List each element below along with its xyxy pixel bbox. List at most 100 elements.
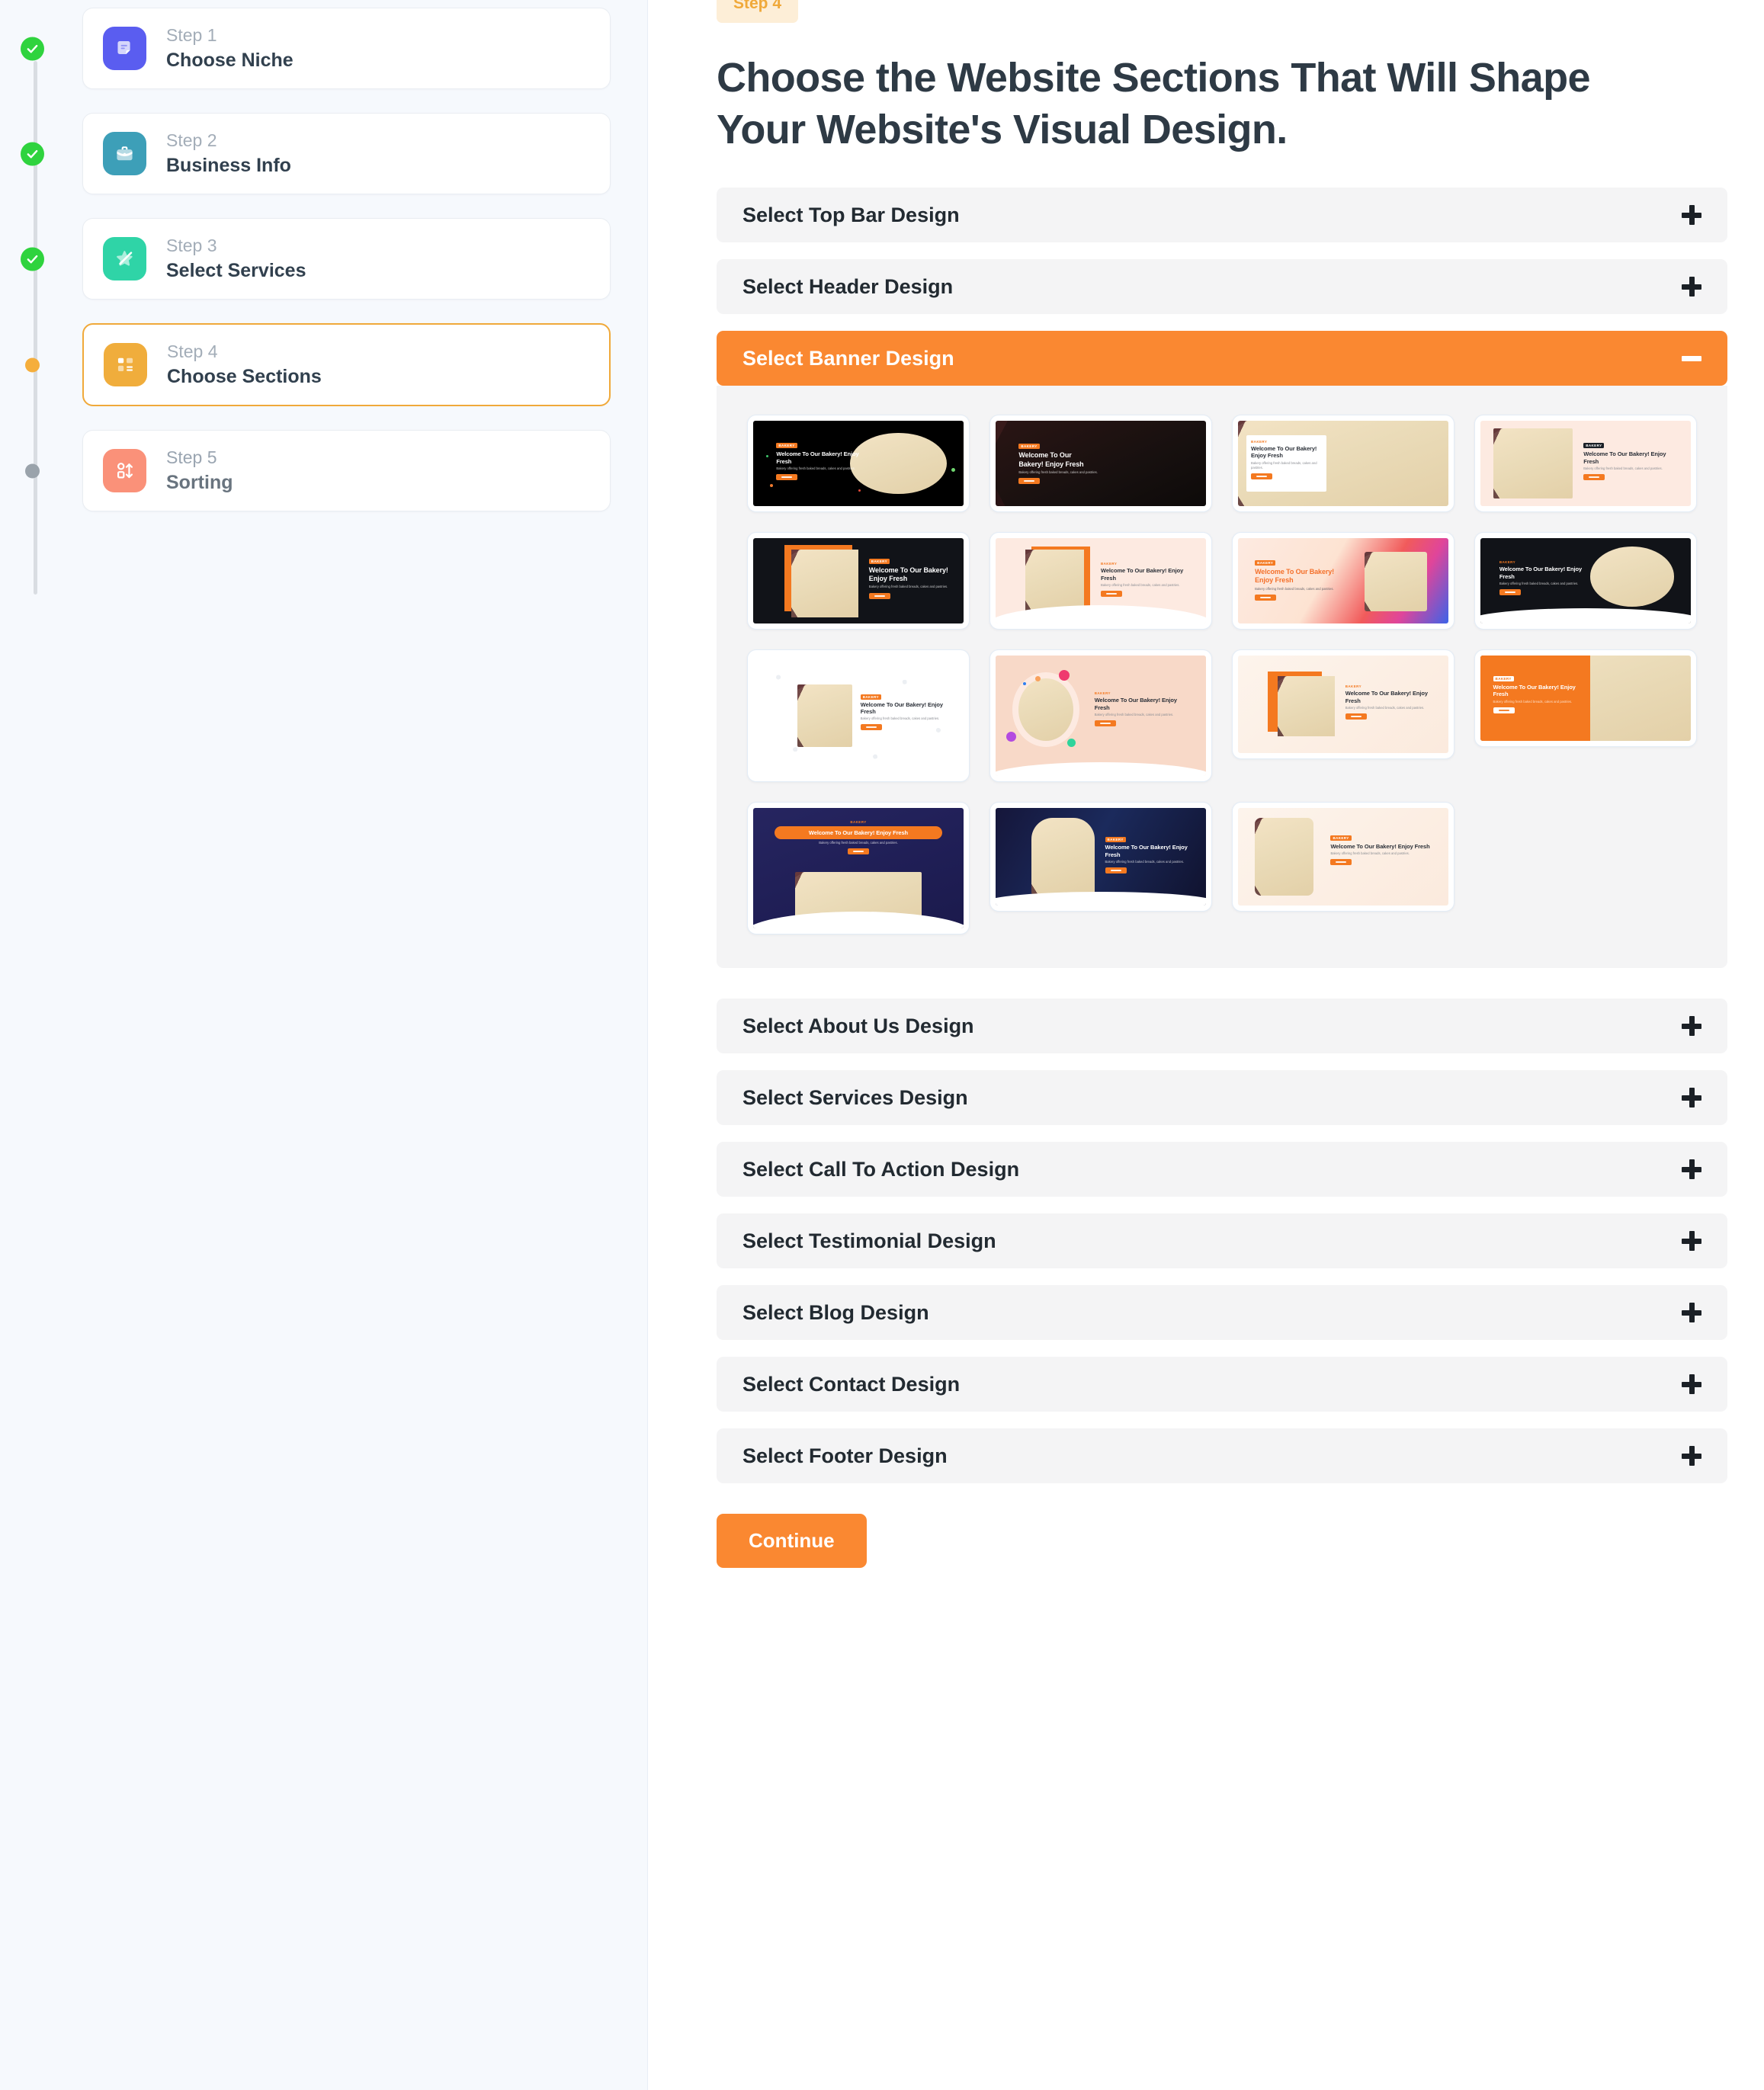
sidebar-item-sorting[interactable]: Step 5 Sorting bbox=[82, 430, 611, 511]
step-title: Sorting bbox=[166, 471, 233, 493]
accordion-label: Select Banner Design bbox=[742, 346, 954, 370]
banner-option-10[interactable]: BAKERY Welcome To Our Bakery! Enjoy Fres… bbox=[989, 649, 1212, 783]
banner-option-14[interactable]: BAKERY Welcome To Our Bakery! Enjoy Fres… bbox=[989, 802, 1212, 912]
sidebar-item-business-info[interactable]: Step 2 Business Info bbox=[82, 113, 611, 194]
accordion-label: Select About Us Design bbox=[742, 1014, 974, 1037]
step-number: Step 2 bbox=[166, 130, 217, 150]
accordion-label: Select Footer Design bbox=[742, 1444, 948, 1467]
banner-preview: BAKERY Welcome To Our Bakery! Enjoy Fres… bbox=[1238, 538, 1448, 624]
accordion-label: Select Services Design bbox=[742, 1085, 968, 1109]
sidebar-item-select-services[interactable]: Step 3 Select Services bbox=[82, 218, 611, 300]
plus-icon[interactable] bbox=[1682, 277, 1701, 297]
step-meta-5: Step 5 Sorting bbox=[166, 447, 233, 495]
accordion-header-contact[interactable]: Select Contact Design bbox=[717, 1357, 1727, 1412]
step-title: Business Info bbox=[166, 154, 291, 176]
layout-grid-icon bbox=[104, 343, 147, 386]
wizard-page: Step 1 Choose Niche Step 2 Business Info… bbox=[0, 0, 1764, 2090]
accordion-label: Select Header Design bbox=[742, 274, 954, 298]
magic-star-icon bbox=[103, 237, 146, 280]
banner-preview: BAKERY Welcome To Our Bakery! Enjoy Fres… bbox=[753, 808, 964, 929]
banner-option-4[interactable]: BAKERY Welcome To Our Bakery! Enjoy Fres… bbox=[1474, 415, 1697, 513]
step-number: Step 1 bbox=[166, 25, 217, 45]
step-row-2: Step 2 Business Info bbox=[21, 113, 611, 194]
accordion-call-to-action-design: Select Call To Action Design bbox=[717, 1142, 1727, 1197]
accordion-header-banner-design[interactable]: Select Banner Design bbox=[717, 331, 1727, 386]
banner-option-12[interactable]: BAKERY Welcome To Our Bakery! Enjoy Fres… bbox=[1474, 649, 1697, 748]
plus-icon[interactable] bbox=[1682, 1303, 1701, 1323]
step-row-3: Step 3 Select Services bbox=[21, 218, 611, 300]
step-title: Choose Sections bbox=[167, 365, 322, 387]
accordion-header-footer[interactable]: Select Footer Design bbox=[717, 1428, 1727, 1484]
page-title: Choose the Website Sections That Will Sh… bbox=[717, 55, 1591, 153]
banner-option-5[interactable]: BAKERY Welcome To Our Bakery! Enjoy Fres… bbox=[747, 532, 970, 630]
step-number: Step 3 bbox=[166, 236, 217, 255]
accordion-about-us-design: Select About Us Design bbox=[717, 999, 1727, 1054]
step-sidebar: Step 1 Choose Niche Step 2 Business Info… bbox=[0, 0, 648, 2090]
accordion-header-about-us[interactable]: Select About Us Design bbox=[717, 999, 1727, 1054]
continue-button[interactable]: Continue bbox=[717, 1514, 867, 1569]
banner-preview: BAKERY Welcome To Our Bakery! Enjoy Fres… bbox=[753, 656, 964, 777]
banner-preview: BAKERY Welcome To Our Bakery! Enjoy Fres… bbox=[1480, 656, 1691, 742]
step-meta-3: Step 3 Select Services bbox=[166, 235, 306, 283]
accordion-services-design: Select Services Design bbox=[717, 1070, 1727, 1126]
plus-icon[interactable] bbox=[1682, 1446, 1701, 1467]
accordion-header-testimonial[interactable]: Select Testimonial Design bbox=[717, 1213, 1727, 1269]
banner-option-2[interactable]: BAKERY Welcome To Our Bakery! Enjoy Fresh… bbox=[989, 415, 1212, 513]
accordion-header-blog[interactable]: Select Blog Design bbox=[717, 1285, 1727, 1341]
step-number: Step 5 bbox=[166, 447, 217, 467]
accordion-header-top-bar[interactable]: Select Top Bar Design bbox=[717, 188, 1727, 243]
banner-option-13[interactable]: BAKERY Welcome To Our Bakery! Enjoy Fres… bbox=[747, 802, 970, 935]
step-row-4: Step 4 Choose Sections bbox=[25, 323, 611, 406]
step-list: Step 1 Choose Niche Step 2 Business Info… bbox=[0, 8, 647, 511]
plus-icon[interactable] bbox=[1682, 205, 1701, 226]
accordion-header-call-to-action[interactable]: Select Call To Action Design bbox=[717, 1142, 1727, 1197]
accordion-header-header-design[interactable]: Select Header Design bbox=[717, 259, 1727, 315]
step-title: Choose Niche bbox=[166, 49, 293, 71]
step-number: Step 4 bbox=[167, 341, 218, 361]
accordion-header-services[interactable]: Select Services Design bbox=[717, 1070, 1727, 1126]
banner-preview: BAKERY Welcome To Our Bakery! Enjoy Fres… bbox=[753, 538, 964, 624]
step-badge: Step 4 bbox=[717, 0, 799, 23]
step-meta-2: Step 2 Business Info bbox=[166, 130, 291, 178]
plus-icon[interactable] bbox=[1682, 1088, 1701, 1108]
banner-preview: BAKERY Welcome To Our Bakery! Enjoy Fres… bbox=[996, 808, 1206, 906]
banner-option-11[interactable]: BAKERY Welcome To Our Bakery! Enjoy Fres… bbox=[1232, 649, 1454, 760]
step-marker-done-3 bbox=[21, 247, 44, 271]
accordion-label: Select Blog Design bbox=[742, 1300, 929, 1324]
step-row-5: Step 5 Sorting bbox=[25, 430, 611, 511]
banner-option-15[interactable]: BAKERY Welcome To Our Bakery! Enjoy Fres… bbox=[1232, 802, 1454, 912]
plus-icon[interactable] bbox=[1682, 1159, 1701, 1180]
plus-icon[interactable] bbox=[1682, 1374, 1701, 1395]
note-icon bbox=[103, 27, 146, 70]
accordion-testimonial-design: Select Testimonial Design bbox=[717, 1213, 1727, 1269]
step-meta-1: Step 1 Choose Niche bbox=[166, 24, 293, 72]
step-marker-active-4 bbox=[25, 357, 40, 372]
minus-icon[interactable] bbox=[1682, 348, 1701, 368]
main-content: Step 4 Choose the Website Sections That … bbox=[648, 0, 1764, 2090]
step-row-1: Step 1 Choose Niche bbox=[21, 8, 611, 89]
banner-preview: BAKERY Welcome To Our Bakery! Enjoy Fres… bbox=[1480, 538, 1691, 624]
step-marker-pending-5 bbox=[25, 463, 40, 478]
banner-option-6[interactable]: BAKERY Welcome To Our Bakery! Enjoy Fres… bbox=[989, 532, 1212, 630]
banner-option-3[interactable]: BAKERY Welcome To Our Bakery! Enjoy Fres… bbox=[1232, 415, 1454, 513]
sort-icon bbox=[103, 449, 146, 492]
accordion-header-design: Select Header Design bbox=[717, 259, 1727, 315]
banner-preview: BAKERY Welcome To Our Bakery! Enjoy Fres… bbox=[1238, 808, 1448, 906]
plus-icon[interactable] bbox=[1682, 1016, 1701, 1037]
sidebar-item-choose-sections[interactable]: Step 4 Choose Sections bbox=[82, 323, 611, 406]
banner-preview: BAKERY Welcome To Our Bakery! Enjoy Fres… bbox=[1238, 421, 1448, 507]
banner-preview: BAKERY Welcome To Our Bakery! Enjoy Fres… bbox=[1238, 656, 1448, 754]
banner-preview: BAKERY Welcome To Our Bakery! Enjoy Fres… bbox=[753, 421, 964, 507]
banner-option-7[interactable]: BAKERY Welcome To Our Bakery! Enjoy Fres… bbox=[1232, 532, 1454, 630]
step-marker-done-1 bbox=[21, 37, 44, 60]
banner-preview: BAKERY Welcome To Our Bakery! Enjoy Fres… bbox=[996, 538, 1206, 624]
banner-option-8[interactable]: BAKERY Welcome To Our Bakery! Enjoy Fres… bbox=[1474, 532, 1697, 630]
step-title: Select Services bbox=[166, 259, 306, 281]
banner-option-1[interactable]: BAKERY Welcome To Our Bakery! Enjoy Fres… bbox=[747, 415, 970, 513]
plus-icon[interactable] bbox=[1682, 1231, 1701, 1252]
sidebar-item-choose-niche[interactable]: Step 1 Choose Niche bbox=[82, 8, 611, 89]
banner-option-9[interactable]: BAKERY Welcome To Our Bakery! Enjoy Fres… bbox=[747, 649, 970, 783]
accordion-label: Select Contact Design bbox=[742, 1372, 961, 1396]
accordion-top-bar: Select Top Bar Design bbox=[717, 188, 1727, 243]
step-meta-4: Step 4 Choose Sections bbox=[167, 341, 322, 389]
